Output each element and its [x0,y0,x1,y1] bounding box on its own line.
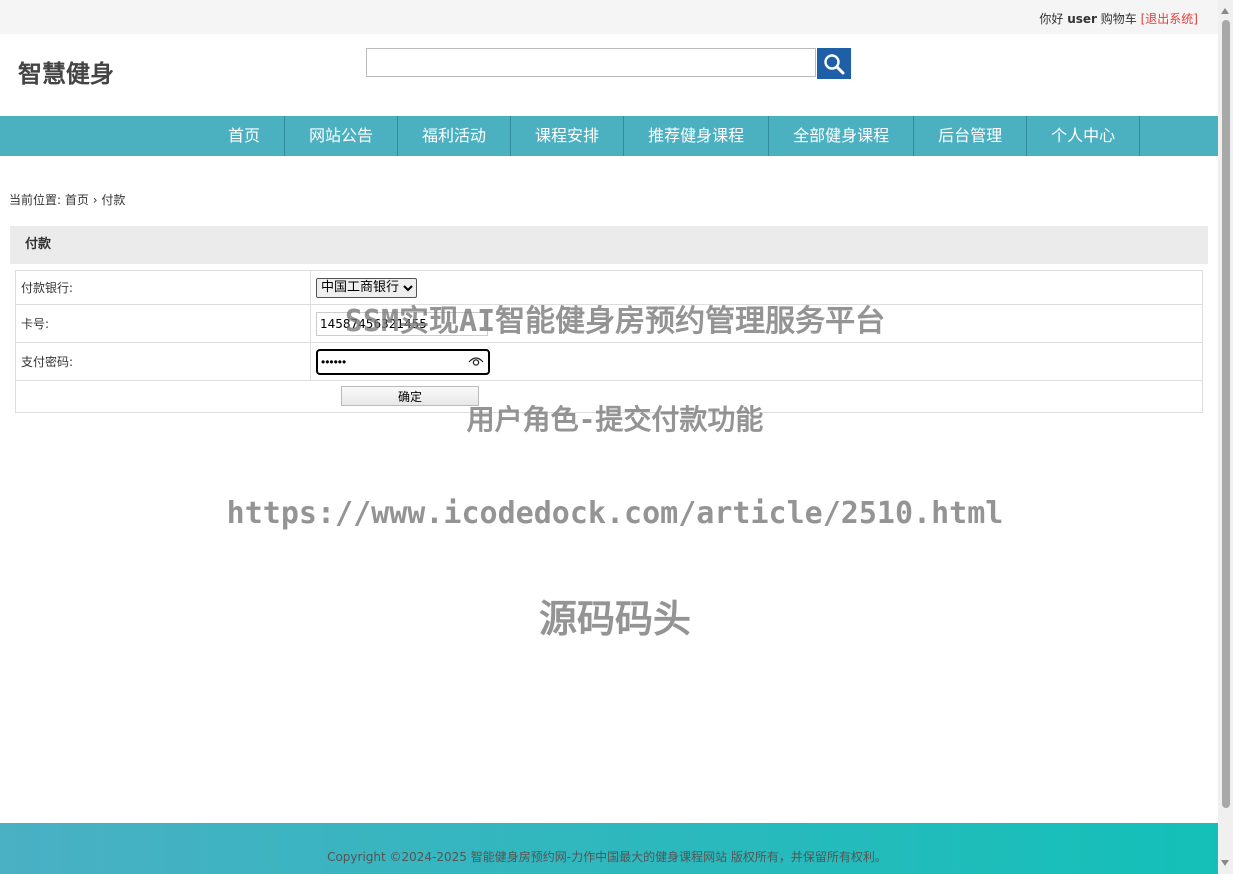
nav-item-home[interactable]: 首页 [204,116,286,156]
user-links: 你好 user 购物车 [退出系统] [1039,10,1198,27]
breadcrumb-current: 付款 [101,193,126,207]
search-icon [824,53,845,74]
submit-button[interactable]: 确定 [341,386,479,406]
main-nav: 首页 网站公告 福利活动 课程安排 推荐健身课程 全部健身课程 后台管理 个人中… [0,116,1218,156]
scroll-up-icon[interactable] [1221,8,1229,14]
panel-title: 付款 [10,226,1208,264]
username: user [1067,12,1097,26]
greeting-text: 你好 [1039,12,1064,26]
scroll-thumb[interactable] [1222,20,1230,808]
nav-item-schedule[interactable]: 课程安排 [511,116,625,156]
nav-item-profile[interactable]: 个人中心 [1027,116,1141,156]
nav-item-promotions[interactable]: 福利活动 [398,116,512,156]
nav-item-recommended-courses[interactable]: 推荐健身课程 [624,116,770,156]
breadcrumb-home[interactable]: 首页 [65,193,89,207]
eye-icon[interactable] [468,355,484,367]
logout-link[interactable]: [退出系统] [1141,12,1198,26]
breadcrumb: 当前位置: 首页 › 付款 [9,191,125,208]
submit-cell: 确定 [15,380,1203,413]
password-wrapper [316,348,490,375]
top-bar: 你好 user 购物车 [退出系统] [0,0,1218,34]
card-number-field[interactable] [316,311,488,336]
header: 智慧健身 [0,34,1218,116]
footer: Copyright ©2024-2025 智能健身房预约网-力作中国最大的健身课… [0,823,1218,874]
scroll-down-icon[interactable] [1221,860,1229,866]
payment-form: 付款银行: 中国工商银行 卡号: 支付密码: 确定 [15,270,1203,413]
nav-item-announcements[interactable]: 网站公告 [285,116,399,156]
watermark-brand: 源码码头 [538,597,691,641]
bank-select[interactable]: 中国工商银行 [316,277,417,298]
breadcrumb-prefix: 当前位置: [9,193,62,207]
bank-label: 付款银行: [15,270,311,305]
card-label: 卡号: [15,304,311,343]
password-field[interactable] [316,348,490,375]
nav-item-admin[interactable]: 后台管理 [914,116,1028,156]
breadcrumb-separator: › [92,193,98,207]
cart-link[interactable]: 购物车 [1101,12,1137,26]
site-logo[interactable]: 智慧健身 [18,54,114,89]
nav-item-all-courses[interactable]: 全部健身课程 [769,116,915,156]
watermark-url: https://www.icodedock.com/article/2510.h… [226,496,1004,531]
password-label: 支付密码: [15,342,311,381]
vertical-scrollbar[interactable] [1218,0,1233,874]
footer-copyright: Copyright ©2024-2025 智能健身房预约网-力作中国最大的健身课… [327,850,887,864]
search-button[interactable] [817,48,851,79]
search-input[interactable] [366,48,816,77]
